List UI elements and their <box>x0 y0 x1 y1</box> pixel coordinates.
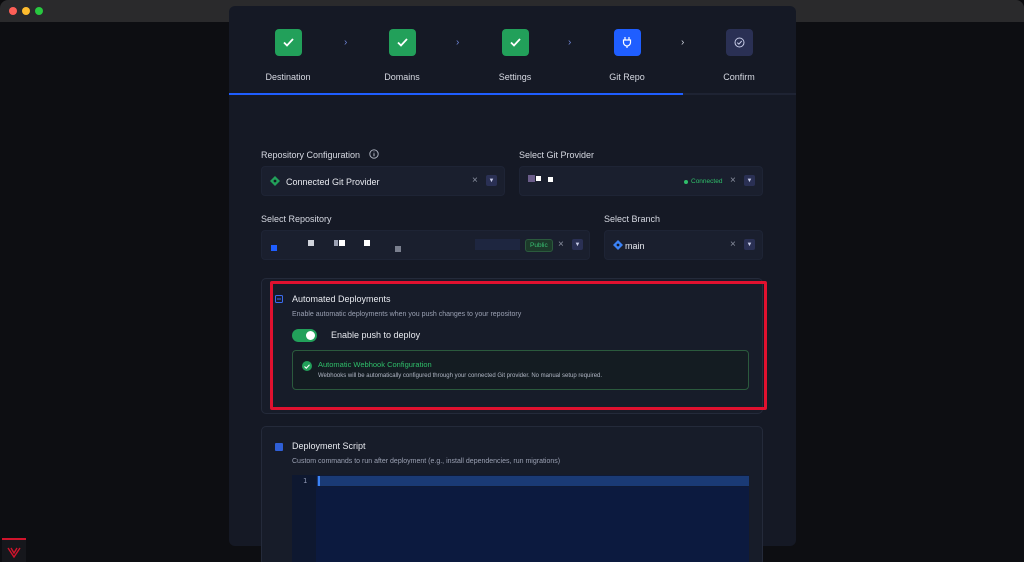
current-line-highlight <box>317 476 749 486</box>
logo-icon <box>7 547 21 558</box>
step-settings-badge <box>501 29 529 56</box>
repo-icon <box>271 245 277 251</box>
chevron-down-icon[interactable]: ▼ <box>572 239 583 250</box>
checkmark-icon <box>396 38 408 47</box>
step-label: Git Repo <box>609 72 645 82</box>
editor-gutter: 1 <box>292 475 316 562</box>
clear-icon[interactable]: × <box>730 239 736 250</box>
step-destination-badge <box>274 29 302 56</box>
branch-label: Select Branch <box>604 214 661 224</box>
terminal-icon <box>275 443 283 451</box>
step-confirm-badge <box>725 29 753 56</box>
clear-icon[interactable]: × <box>472 175 478 186</box>
close-window-button[interactable] <box>9 7 17 15</box>
provider-name-redacted <box>548 177 553 182</box>
step-destination[interactable]: Destination <box>248 29 328 82</box>
repository-label: Select Repository <box>261 214 332 224</box>
step-label: Confirm <box>723 72 755 82</box>
plug-icon <box>622 37 632 48</box>
repo-name-redacted <box>308 240 314 246</box>
repo-name-redacted <box>334 240 338 246</box>
step-label: Settings <box>498 72 532 82</box>
branch-icon <box>613 240 623 250</box>
branch-value: main <box>625 241 645 251</box>
provider-avatar <box>528 175 535 182</box>
chevron-right-icon: › <box>344 37 348 48</box>
script-editor[interactable]: 1 <box>292 475 749 562</box>
step-domains[interactable]: Domains <box>362 29 442 82</box>
clear-icon[interactable]: × <box>558 239 564 250</box>
status-dot <box>684 179 688 184</box>
editor-body[interactable] <box>316 487 749 562</box>
chevron-right-icon: › <box>681 37 685 48</box>
step-settings[interactable]: Settings <box>475 29 555 82</box>
git-provider-label: Select Git Provider <box>519 150 595 160</box>
maximize-window-button[interactable] <box>35 7 43 15</box>
step-label: Domains <box>384 72 420 82</box>
repo-config-label: Repository Configuration <box>261 150 361 160</box>
git-provider-select[interactable]: Connected × ▼ <box>519 166 763 196</box>
check-circle-icon <box>734 37 744 48</box>
provider-avatar-part <box>536 176 541 181</box>
deployment-script-description: Custom commands to run after deployment … <box>292 458 561 465</box>
chevron-down-icon[interactable]: ▼ <box>744 175 755 186</box>
deployment-script-title: Deployment Script <box>292 441 366 451</box>
step-git-repo[interactable]: Git Repo <box>587 29 667 82</box>
step-git-repo-badge <box>613 29 641 56</box>
step-confirm[interactable]: Confirm <box>699 29 779 82</box>
repository-select[interactable]: Public × ▼ <box>261 230 590 260</box>
checkmark-icon <box>509 38 521 47</box>
annotation-highlight-box <box>270 281 767 410</box>
step-domains-badge <box>388 29 416 56</box>
git-icon <box>270 176 280 186</box>
repo-name-redacted <box>364 240 370 246</box>
connected-status-text: Connected <box>691 178 723 185</box>
repo-config-value: Connected Git Provider <box>286 177 380 187</box>
chevron-right-icon: › <box>456 37 460 48</box>
repo-owner-redacted <box>475 239 520 250</box>
progress-fill <box>229 93 683 95</box>
text-cursor <box>318 476 320 486</box>
repo-name-redacted <box>339 240 345 246</box>
connected-badge: Connected <box>684 178 722 185</box>
app-logo <box>2 538 26 562</box>
chevron-down-icon[interactable]: ▼ <box>486 175 497 186</box>
clear-icon[interactable]: × <box>730 175 736 186</box>
repo-name-redacted <box>395 246 401 252</box>
public-badge: Public <box>525 239 553 252</box>
repo-config-select[interactable]: Connected Git Provider × ▼ <box>261 166 505 196</box>
info-icon[interactable] <box>369 149 379 159</box>
checkmark-icon <box>282 38 294 47</box>
minimize-window-button[interactable] <box>22 7 30 15</box>
chevron-down-icon[interactable]: ▼ <box>744 239 755 250</box>
step-label: Destination <box>265 72 311 82</box>
chevron-right-icon: › <box>568 37 572 48</box>
branch-select[interactable]: main × ▼ <box>604 230 763 260</box>
line-number: 1 <box>303 477 308 485</box>
